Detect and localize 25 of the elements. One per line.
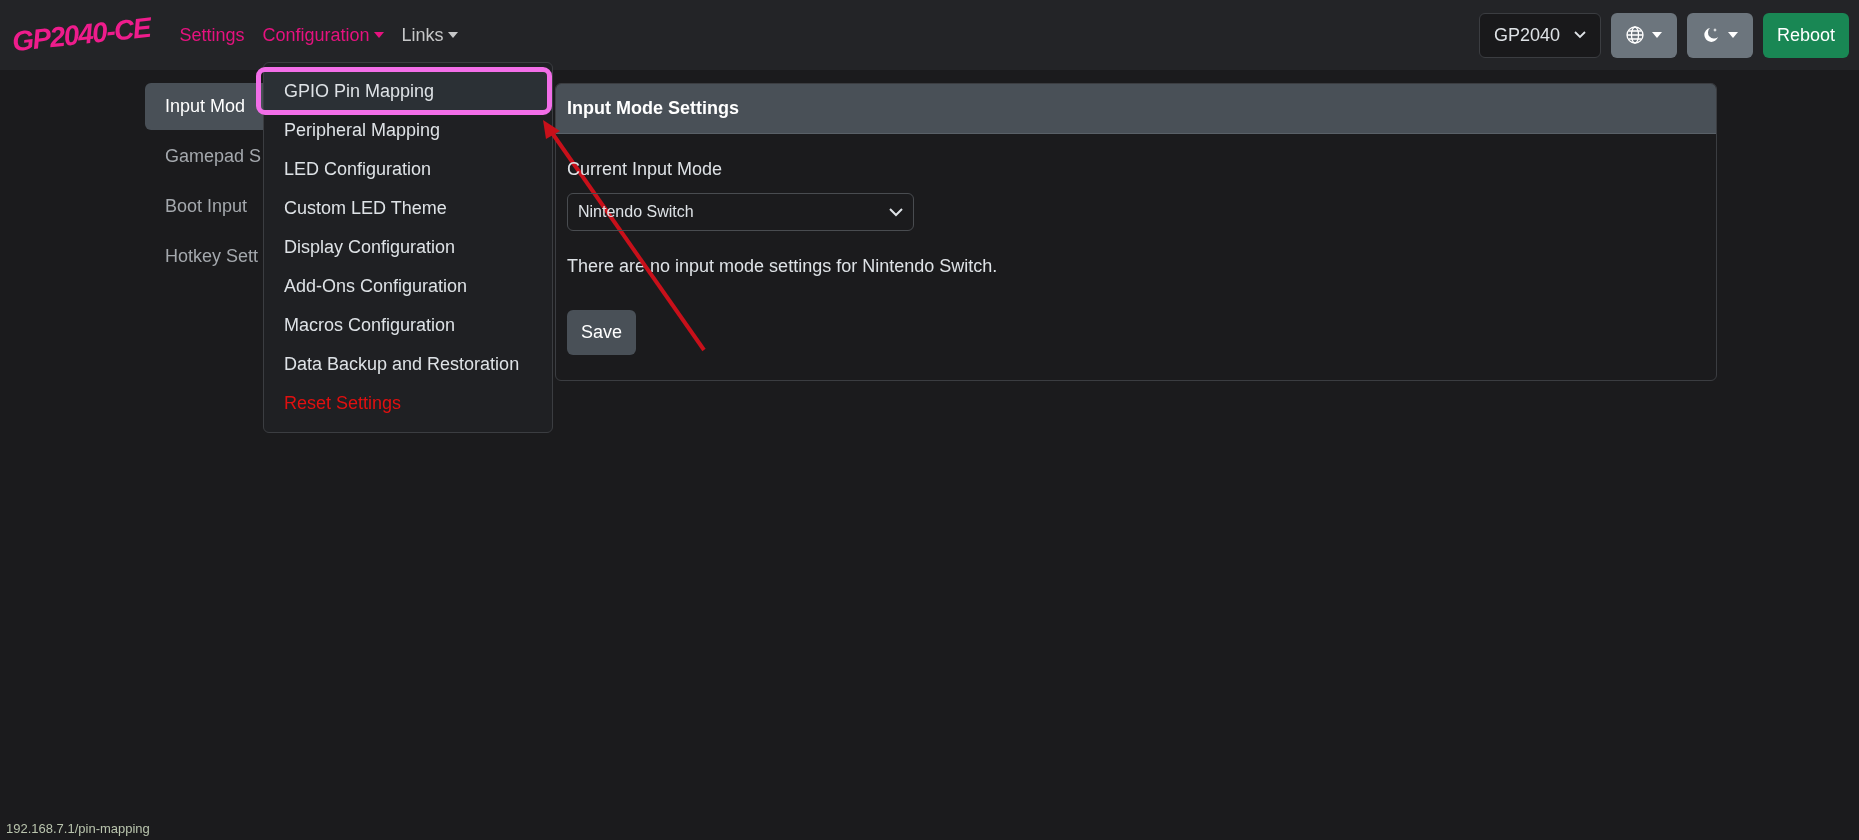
menu-item[interactable]: Macros Configuration xyxy=(264,306,552,345)
menu-item[interactable]: Add-Ons Configuration xyxy=(264,267,552,306)
nav-link[interactable]: Links xyxy=(392,21,467,49)
nav-link[interactable]: Configuration xyxy=(253,21,393,49)
save-button[interactable]: Save xyxy=(567,310,637,355)
panel-title: Input Mode Settings xyxy=(567,97,739,120)
chevron-down-icon xyxy=(889,207,903,217)
menu-item[interactable]: Data Backup and Restoration xyxy=(264,345,552,384)
theme-button[interactable] xyxy=(1686,12,1753,58)
reboot-button[interactable]: Reboot xyxy=(1762,12,1849,58)
info-message: There are no input mode settings for Nintendo Switch. xyxy=(567,255,998,278)
globe-icon xyxy=(1625,26,1644,44)
menu-item[interactable]: GPIO Pin Mapping xyxy=(264,72,552,111)
menu-item[interactable]: Custom LED Theme xyxy=(264,189,552,228)
caret-icon xyxy=(1651,32,1662,38)
board-select[interactable]: GP2040 xyxy=(1478,12,1601,58)
nav-link[interactable]: Settings xyxy=(170,21,254,49)
language-button[interactable] xyxy=(1610,12,1677,58)
logo[interactable]: GP2040-CE xyxy=(10,6,153,64)
menu-item[interactable]: Peripheral Mapping xyxy=(264,111,552,150)
moon-stars-icon xyxy=(1701,26,1720,44)
caret-icon xyxy=(1727,32,1738,38)
menu-item[interactable]: LED Configuration xyxy=(264,150,552,189)
chevron-down-icon xyxy=(1573,31,1586,39)
menu-item[interactable]: Display Configuration xyxy=(264,228,552,267)
